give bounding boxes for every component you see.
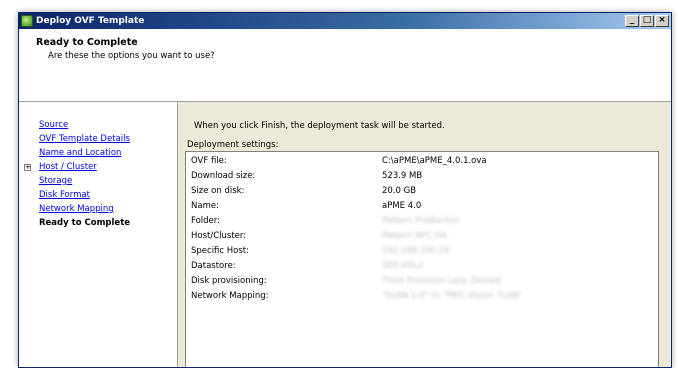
wizard-header: Ready to Complete Are these the options …: [19, 29, 671, 102]
setting-key: Folder:: [191, 216, 220, 226]
vsphere-app-icon: [21, 15, 33, 27]
setting-key: Name:: [191, 201, 219, 211]
redacted-setting-value: Pattern RFC HA: [382, 231, 447, 241]
setting-value: aPME 4.0: [382, 201, 422, 211]
window-title: Deploy OVF Template: [36, 16, 145, 26]
redacted-setting-value: 192.168.100.29: [382, 246, 450, 256]
window-controls: _ □ ×: [625, 15, 669, 27]
redacted-setting-value: Thick Provision Lazy Zeroed: [382, 276, 501, 286]
list-item: Size on disk: 20.0 GB: [191, 186, 651, 200]
sidebar-item-storage[interactable]: Storage: [39, 176, 72, 186]
wizard-content: When you click Finish, the deployment ta…: [178, 102, 671, 367]
page-title: Ready to Complete: [36, 37, 138, 48]
deployment-settings-list[interactable]: OVF file: C:\aPME\aPME_4.0.1.ova Downloa…: [185, 151, 659, 367]
sidebar-item-source[interactable]: Source: [39, 120, 68, 130]
setting-value: 20.0 GB: [382, 186, 417, 196]
setting-key: Specific Host:: [191, 246, 250, 256]
wizard-steps-sidebar: Source OVF Template Details Name and Loc…: [19, 102, 178, 367]
setting-key: Disk provisioning:: [191, 276, 267, 286]
minimize-button[interactable]: _: [625, 15, 639, 27]
close-button[interactable]: ×: [655, 15, 669, 27]
deployment-settings-label: Deployment settings:: [187, 140, 279, 150]
sidebar-item-disk-format[interactable]: Disk Format: [39, 190, 90, 200]
list-item: Datastore: SER-VOL2: [191, 261, 651, 275]
setting-key: Host/Cluster:: [191, 231, 247, 241]
list-item: OVF file: C:\aPME\aPME_4.0.1.ova: [191, 156, 651, 170]
sidebar-item-name-and-location[interactable]: Name and Location: [39, 148, 121, 158]
sidebar-item-host-cluster[interactable]: Host / Cluster: [39, 162, 97, 172]
list-item: Network Mapping: "EsXN-1.0" to "PRIC-Vis…: [191, 291, 651, 305]
page-subtitle: Are these the options you want to use?: [48, 51, 215, 61]
setting-key: Datastore:: [191, 261, 236, 271]
setting-value: C:\aPME\aPME_4.0.1.ova: [382, 156, 487, 166]
deploy-ovf-window: Deploy OVF Template _ □ × Ready to Compl…: [18, 12, 672, 368]
list-item: Download size: 523.9 MB: [191, 171, 651, 185]
sidebar-item-ovf-template-details[interactable]: OVF Template Details: [39, 134, 130, 144]
redacted-setting-value: "EsXN-1.0" to "PRIC-Vision 7LAN": [382, 291, 523, 301]
redacted-setting-value: Pattern Production: [382, 216, 461, 226]
list-item: Host/Cluster: Pattern RFC HA: [191, 231, 651, 245]
setting-key: OVF file:: [191, 156, 227, 166]
intro-text: When you click Finish, the deployment ta…: [194, 121, 445, 131]
maximize-button[interactable]: □: [640, 15, 654, 27]
list-item: Specific Host: 192.168.100.29: [191, 246, 651, 260]
setting-value: 523.9 MB: [382, 171, 423, 181]
setting-key: Download size:: [191, 171, 256, 181]
list-item: Disk provisioning: Thick Provision Lazy …: [191, 276, 651, 290]
title-bar[interactable]: Deploy OVF Template _ □ ×: [19, 13, 671, 29]
redacted-setting-value: SER-VOL2: [382, 261, 424, 271]
setting-key: Network Mapping:: [191, 291, 269, 301]
sidebar-item-network-mapping[interactable]: Network Mapping: [39, 204, 114, 214]
setting-key: Size on disk:: [191, 186, 245, 196]
sidebar-item-ready-to-complete: Ready to Complete: [39, 218, 131, 228]
list-item: Folder: Pattern Production: [191, 216, 651, 230]
expand-icon[interactable]: +: [24, 164, 31, 171]
list-item: Name: aPME 4.0: [191, 201, 651, 215]
